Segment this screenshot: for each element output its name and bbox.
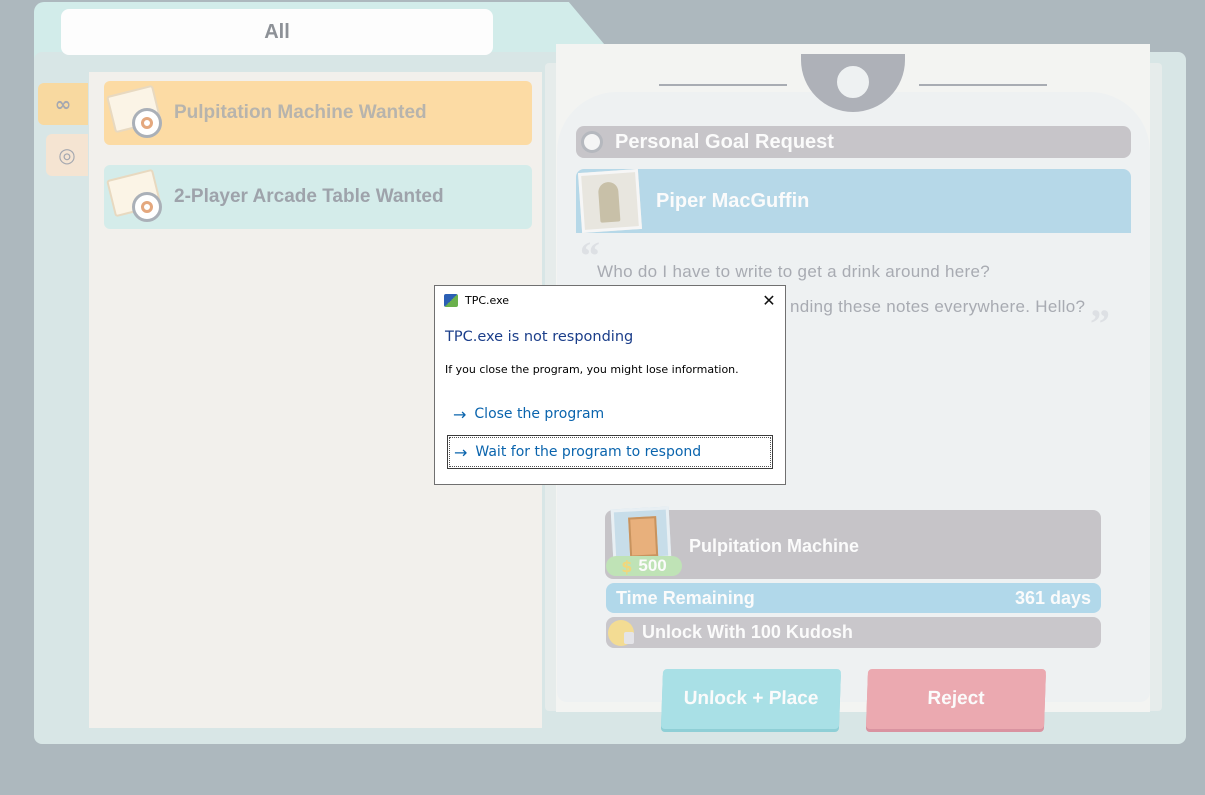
tab-infinite[interactable]: ∞ <box>38 83 88 125</box>
request-type-header: Personal Goal Request <box>576 126 1131 158</box>
app-icon <box>444 294 458 307</box>
quest-item-arcade-table[interactable]: 2-Player Arcade Table Wanted <box>104 165 532 229</box>
request-title: Personal Goal Request <box>615 130 834 153</box>
not-responding-dialog: TPC.exe ✕ TPC.exe is not responding If y… <box>434 285 786 485</box>
npc-header: Piper MacGuffin <box>576 168 1131 234</box>
infinity-icon: ∞ <box>54 92 72 116</box>
close-program-option[interactable]: → Close the program <box>447 397 773 431</box>
dialog-heading: TPC.exe is not responding <box>445 329 634 345</box>
page-ornament <box>655 52 1055 114</box>
npc-speech-line-1: Who do I have to write to get a drink ar… <box>597 262 991 281</box>
time-remaining-value: 361 days <box>1014 587 1091 608</box>
arrow-right-icon: → <box>453 404 467 424</box>
goal-seal-icon <box>581 131 603 153</box>
filter-all-button[interactable]: All <box>61 9 493 55</box>
wait-program-option[interactable]: → Wait for the program to respond <box>447 435 773 469</box>
target-icon: ◎ <box>58 143 76 167</box>
envelope-icon <box>106 166 168 228</box>
item-thumbnail <box>610 506 672 562</box>
tab-goals[interactable]: ◎ <box>46 134 88 176</box>
close-icon[interactable]: ✕ <box>753 286 785 314</box>
price-tag: $ 500 <box>606 556 682 576</box>
quest-label: 2-Player Arcade Table Wanted <box>174 186 444 207</box>
dialog-titlebar: TPC.exe ✕ <box>435 286 785 316</box>
item-name: Pulpitation Machine <box>689 536 860 556</box>
option-label: Wait for the program to respond <box>475 444 702 460</box>
dialog-title: TPC.exe <box>465 294 510 307</box>
time-remaining-bar: Time Remaining 361 days <box>606 583 1101 613</box>
quest-item-pulpitation[interactable]: Pulpitation Machine Wanted <box>104 81 532 145</box>
unlock-place-button[interactable]: Unlock + Place <box>660 669 842 729</box>
arrow-decoration-right <box>919 84 1047 86</box>
option-label: Close the program <box>474 406 605 422</box>
quest-label: Pulpitation Machine Wanted <box>174 102 427 123</box>
price-value: 500 <box>638 556 667 575</box>
arrow-right-icon: → <box>454 442 468 462</box>
unlock-cost-bar: Unlock With 100 Kudosh <box>606 617 1101 648</box>
npc-portrait <box>577 168 643 234</box>
time-remaining-label: Time Remaining <box>616 587 755 608</box>
unlock-cost-label: Unlock With 100 Kudosh <box>642 622 853 642</box>
envelope-icon <box>106 82 168 144</box>
kudosh-lock-icon <box>608 619 634 646</box>
coin-icon: $ <box>621 556 633 576</box>
emblem-icon <box>801 54 905 112</box>
npc-name: Piper MacGuffin <box>656 189 810 212</box>
arrow-decoration-left <box>659 84 787 86</box>
reject-button[interactable]: Reject <box>865 669 1047 729</box>
npc-speech-line-2: nding these notes everywhere. Hello? <box>790 297 1086 316</box>
dialog-message: If you close the program, you might lose… <box>445 363 739 376</box>
